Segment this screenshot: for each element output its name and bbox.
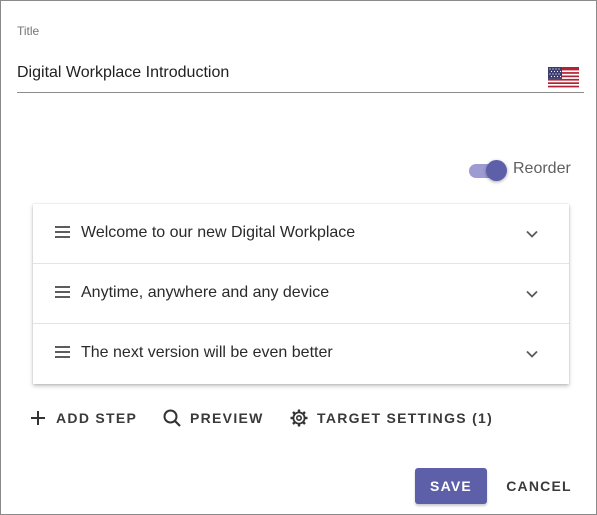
- cancel-button[interactable]: CANCEL: [499, 468, 579, 504]
- add-step-button[interactable]: ADD STEP: [28, 405, 137, 431]
- step-item[interactable]: Welcome to our new Digital Workplace: [33, 204, 569, 264]
- save-button[interactable]: SAVE: [415, 468, 487, 504]
- step-item[interactable]: The next version will be even better: [33, 324, 569, 384]
- drag-handle-icon[interactable]: [55, 346, 70, 359]
- step-label: Anytime, anywhere and any device: [81, 284, 330, 301]
- title-input-underline: [17, 92, 584, 93]
- reorder-label: Reorder: [513, 160, 571, 177]
- title-field-label: Title: [17, 24, 40, 38]
- plus-icon: [31, 411, 45, 425]
- steps-list: Welcome to our new Digital Workplace Any…: [33, 204, 569, 384]
- step-label: The next version will be even better: [81, 344, 333, 361]
- search-icon: [163, 409, 181, 427]
- tour-editor-dialog: Title Digital Workplace Introduction Reo…: [0, 0, 597, 515]
- chevron-down-icon[interactable]: [524, 346, 540, 362]
- reorder-toggle[interactable]: [469, 159, 509, 181]
- gear-icon: [290, 409, 308, 427]
- preview-label: PREVIEW: [190, 410, 264, 426]
- drag-handle-icon[interactable]: [55, 286, 70, 299]
- chevron-down-icon[interactable]: [524, 226, 540, 242]
- step-label: Welcome to our new Digital Workplace: [81, 224, 356, 241]
- us-flag-icon[interactable]: [548, 67, 579, 89]
- step-item[interactable]: Anytime, anywhere and any device: [33, 264, 569, 324]
- preview-button[interactable]: PREVIEW: [162, 405, 264, 431]
- title-input[interactable]: Digital Workplace Introduction: [17, 64, 229, 82]
- chevron-down-icon[interactable]: [524, 286, 540, 302]
- target-settings-button[interactable]: TARGET SETTINGS (1): [289, 405, 493, 431]
- drag-handle-icon[interactable]: [55, 226, 70, 239]
- add-step-label: ADD STEP: [56, 410, 138, 426]
- target-settings-label: TARGET SETTINGS (1): [317, 410, 494, 426]
- reorder-toggle-thumb: [486, 160, 507, 181]
